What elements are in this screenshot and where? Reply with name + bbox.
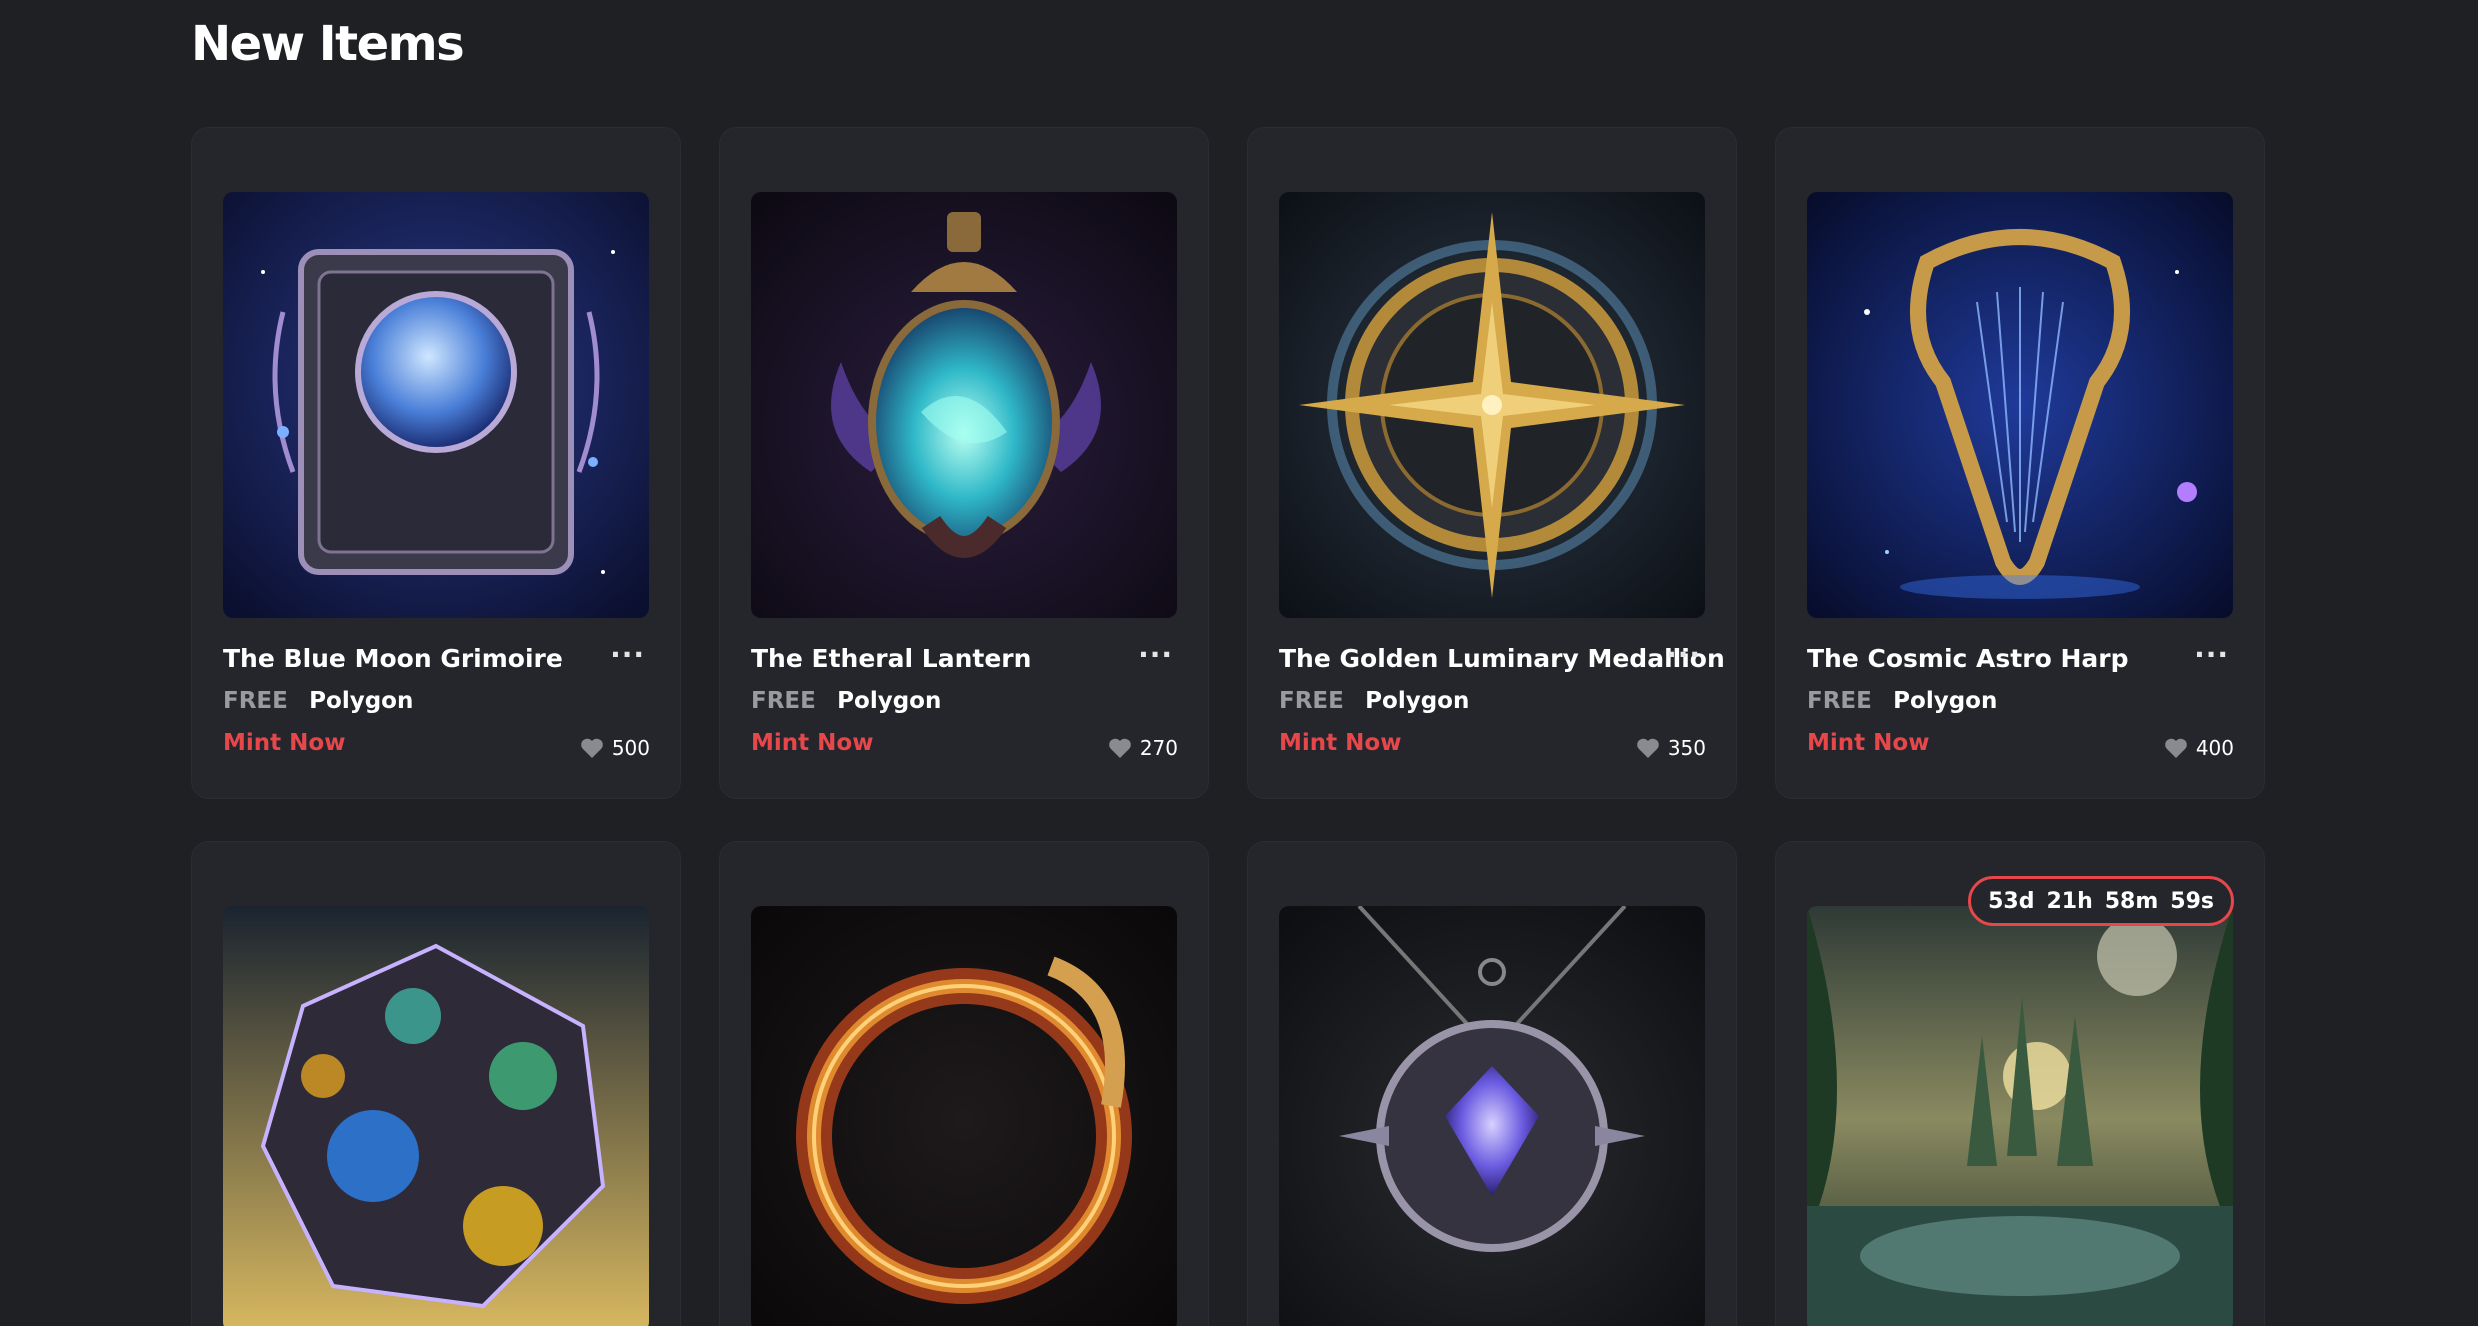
item-image[interactable]	[1279, 192, 1705, 618]
item-image[interactable]	[1279, 906, 1705, 1326]
like-count: 350	[1667, 736, 1706, 760]
item-chain: Polygon	[309, 688, 414, 714]
item-card[interactable]: The Blue Moon Grimoire ··· FREE Polygon …	[191, 127, 681, 799]
like-count: 270	[1139, 736, 1178, 760]
item-name[interactable]: The Blue Moon Grimoire	[223, 644, 563, 673]
heart-icon	[581, 738, 603, 758]
item-price: FREE	[1279, 688, 1344, 714]
more-options-icon[interactable]: ···	[1138, 638, 1173, 671]
item-image[interactable]	[223, 906, 649, 1326]
item-meta: FREE Polygon	[751, 688, 941, 714]
item-card[interactable]	[719, 841, 1209, 1326]
more-options-icon[interactable]: ···	[610, 638, 645, 671]
item-meta: FREE Polygon	[1279, 688, 1469, 714]
like-button[interactable]: 500	[580, 736, 650, 760]
lantern-image	[751, 192, 1177, 618]
item-image[interactable]	[751, 906, 1177, 1326]
harp-image	[1807, 192, 2233, 618]
timer-seconds: 59s	[2170, 888, 2214, 914]
item-image[interactable]	[751, 192, 1177, 618]
item-price: FREE	[751, 688, 816, 714]
like-button[interactable]: 270	[1108, 736, 1178, 760]
grimoire-image	[223, 192, 649, 618]
heart-icon	[2165, 738, 2187, 758]
item-chain: Polygon	[1365, 688, 1470, 714]
like-count: 500	[611, 736, 650, 760]
timer-hours: 21h	[2046, 888, 2093, 914]
item-card[interactable]: The Etheral Lantern ··· FREE Polygon Min…	[719, 127, 1209, 799]
fire-ring-image	[751, 906, 1177, 1326]
medallion-image	[1279, 192, 1705, 618]
countdown-timer: 53d 21h 58m 59s	[1968, 876, 2234, 926]
item-price: FREE	[1807, 688, 1872, 714]
mint-now-link[interactable]: Mint Now	[1807, 730, 1929, 756]
amulet-image	[1279, 906, 1705, 1326]
mint-now-link[interactable]: Mint Now	[751, 730, 873, 756]
timer-minutes: 58m	[2104, 888, 2159, 914]
item-chain: Polygon	[1893, 688, 1998, 714]
more-options-icon[interactable]: ···	[1666, 638, 1701, 671]
item-card[interactable]	[1247, 841, 1737, 1326]
timer-days: 53d	[1988, 888, 2035, 914]
item-image[interactable]	[223, 192, 649, 618]
mint-now-link[interactable]: Mint Now	[223, 730, 345, 756]
item-name[interactable]: The Golden Luminary Medallion	[1279, 644, 1725, 673]
item-meta: FREE Polygon	[223, 688, 413, 714]
page: New Items The Blue Moon Grimoire ··· FRE…	[0, 0, 2478, 1326]
item-name[interactable]: The Cosmic Astro Harp	[1807, 644, 2128, 673]
dice-image	[223, 906, 649, 1326]
section-title: New Items	[191, 16, 465, 72]
item-meta: FREE Polygon	[1807, 688, 1997, 714]
item-card[interactable]	[191, 841, 681, 1326]
mint-now-link[interactable]: Mint Now	[1279, 730, 1401, 756]
more-options-icon[interactable]: ···	[2194, 638, 2229, 671]
item-image[interactable]	[1807, 192, 2233, 618]
item-chain: Polygon	[837, 688, 942, 714]
heart-icon	[1109, 738, 1131, 758]
item-card[interactable]: The Golden Luminary Medallion ··· FREE P…	[1247, 127, 1737, 799]
like-count: 400	[2195, 736, 2234, 760]
like-button[interactable]: 350	[1636, 736, 1706, 760]
item-price: FREE	[223, 688, 288, 714]
heart-icon	[1637, 738, 1659, 758]
item-card[interactable]: The Cosmic Astro Harp ··· FREE Polygon M…	[1775, 127, 2265, 799]
enchanted-forest-image	[1807, 906, 2233, 1326]
like-button[interactable]: 400	[2164, 736, 2234, 760]
item-name[interactable]: The Etheral Lantern	[751, 644, 1031, 673]
item-image[interactable]	[1807, 906, 2233, 1326]
item-card[interactable]: 53d 21h 58m 59s	[1775, 841, 2265, 1326]
